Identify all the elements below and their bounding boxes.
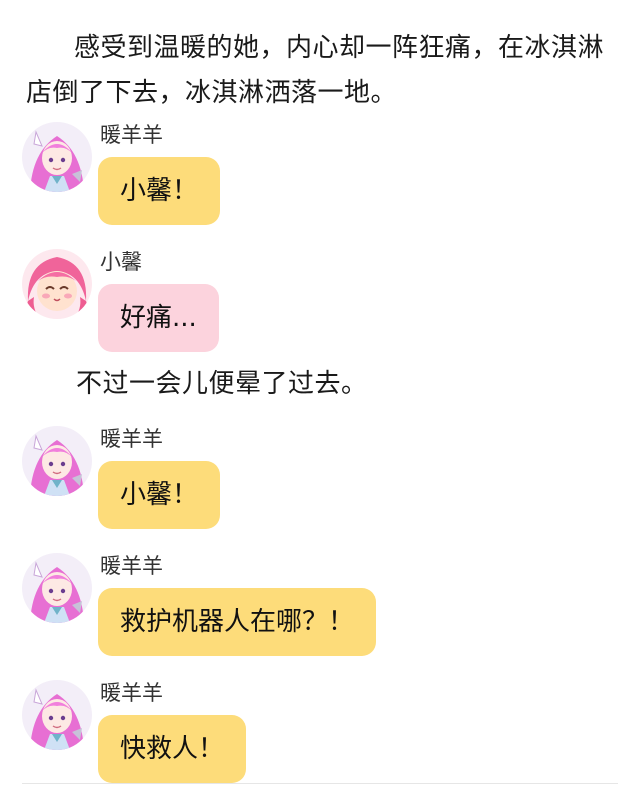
nuanyangyang-avatar[interactable] — [22, 680, 92, 750]
sender-name: 小馨 — [100, 250, 142, 274]
narration-text: 不过一会儿便晕了过去。 — [76, 369, 368, 399]
xiaoxin-avatar[interactable] — [22, 249, 92, 319]
nuanyangyang-avatar[interactable] — [22, 426, 92, 496]
message-bubble[interactable]: 小馨！ — [98, 461, 221, 529]
sender-name: 暖羊羊 — [100, 681, 163, 705]
nuanyangyang-avatar[interactable] — [22, 122, 92, 192]
sender-name: 暖羊羊 — [100, 554, 163, 578]
message-bubble[interactable]: 救护机器人在哪？！ — [98, 588, 377, 656]
divider — [22, 783, 618, 784]
message-bubble[interactable]: 快救人！ — [98, 715, 247, 783]
nuanyangyang-avatar[interactable] — [22, 553, 92, 623]
sender-name: 暖羊羊 — [100, 427, 163, 451]
narration-text: 感受到温暖的她，内心却一阵狂痛，在冰淇淋店倒了下去，冰淇淋洒落一地。 — [26, 33, 605, 108]
sender-name: 暖羊羊 — [100, 123, 163, 147]
message-bubble[interactable]: 好痛... — [98, 284, 219, 352]
message-bubble[interactable]: 小馨！ — [98, 157, 221, 225]
story-chat-page: 感受到温暖的她，内心却一阵狂痛，在冰淇淋店倒了下去，冰淇淋洒落一地。 暖羊羊 小… — [0, 0, 640, 786]
